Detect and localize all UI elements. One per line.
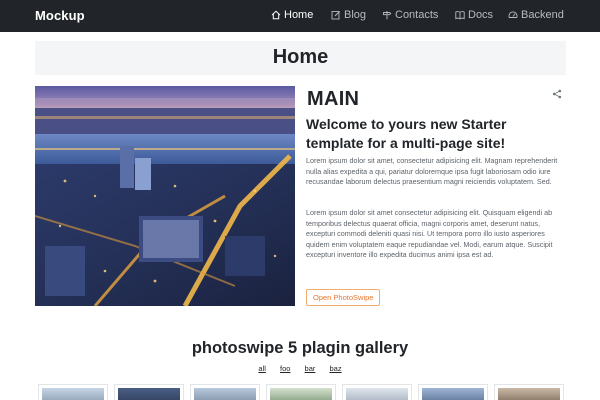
book-icon (455, 11, 465, 20)
intro-paragraph-2: Lorem ipsum dolor sit amet consectetur a… (306, 208, 553, 259)
navbar: Mockup Home Blog Contacts Docs Backend (0, 0, 600, 32)
city-night-illustration (35, 86, 295, 306)
filter-all[interactable]: all (258, 364, 266, 373)
gallery-thumbnail[interactable] (418, 384, 488, 400)
open-photoswipe-button[interactable]: Open PhotoSwipe (306, 289, 381, 306)
speedometer-icon (508, 11, 518, 18)
nav-item-docs[interactable]: Docs (455, 9, 493, 21)
brand-logo[interactable]: Mockup (35, 8, 85, 23)
gallery-thumbnail[interactable] (190, 384, 260, 400)
share-icon[interactable] (552, 89, 562, 99)
nav-item-label: Home (284, 9, 314, 21)
page-title: Home (272, 46, 329, 68)
nav-item-contacts[interactable]: Contacts (382, 9, 438, 21)
gallery-thumbnail[interactable] (38, 384, 108, 400)
filter-baz[interactable]: baz (329, 364, 341, 373)
gallery-filters: all foo bar baz (0, 364, 600, 373)
edit-icon (331, 11, 340, 20)
filter-bar[interactable]: bar (305, 364, 316, 373)
thumbnail-image (422, 388, 484, 400)
intro-paragraph-1: Lorem ipsum dolor sit amet, consectetur … (306, 156, 558, 186)
nav-item-label: Contacts (395, 9, 439, 21)
thumbnail-image (118, 388, 180, 400)
main-heading: MAIN (307, 88, 360, 110)
filter-foo[interactable]: foo (280, 364, 290, 373)
gallery-thumbnail[interactable] (266, 384, 336, 400)
nav-item-blog[interactable]: Blog (331, 9, 366, 21)
hero-city-image[interactable] (35, 86, 295, 306)
nav-item-label: Docs (468, 9, 494, 21)
gallery-thumbnail[interactable] (114, 384, 184, 400)
thumbnail-image (42, 388, 104, 400)
gallery-thumbnails (35, 384, 566, 400)
thumbnail-image (270, 388, 332, 400)
nav-item-label: Blog (344, 9, 367, 21)
home-icon (271, 10, 281, 20)
thumbnail-image (346, 388, 408, 400)
gallery-title: photoswipe 5 plagin gallery (191, 339, 409, 357)
thumbnail-image (194, 388, 256, 400)
thumbnail-image (498, 388, 560, 400)
gallery-thumbnail[interactable] (342, 384, 412, 400)
signpost-icon (383, 11, 392, 20)
nav-item-label: Backend (521, 9, 564, 21)
nav-item-backend[interactable]: Backend (508, 9, 564, 21)
nav-item-home[interactable]: Home (271, 9, 313, 21)
gallery-thumbnail[interactable] (494, 384, 564, 400)
welcome-subheading: Welcome to yours new Starter template fo… (306, 116, 507, 151)
page-title-bar: Home (35, 41, 566, 75)
